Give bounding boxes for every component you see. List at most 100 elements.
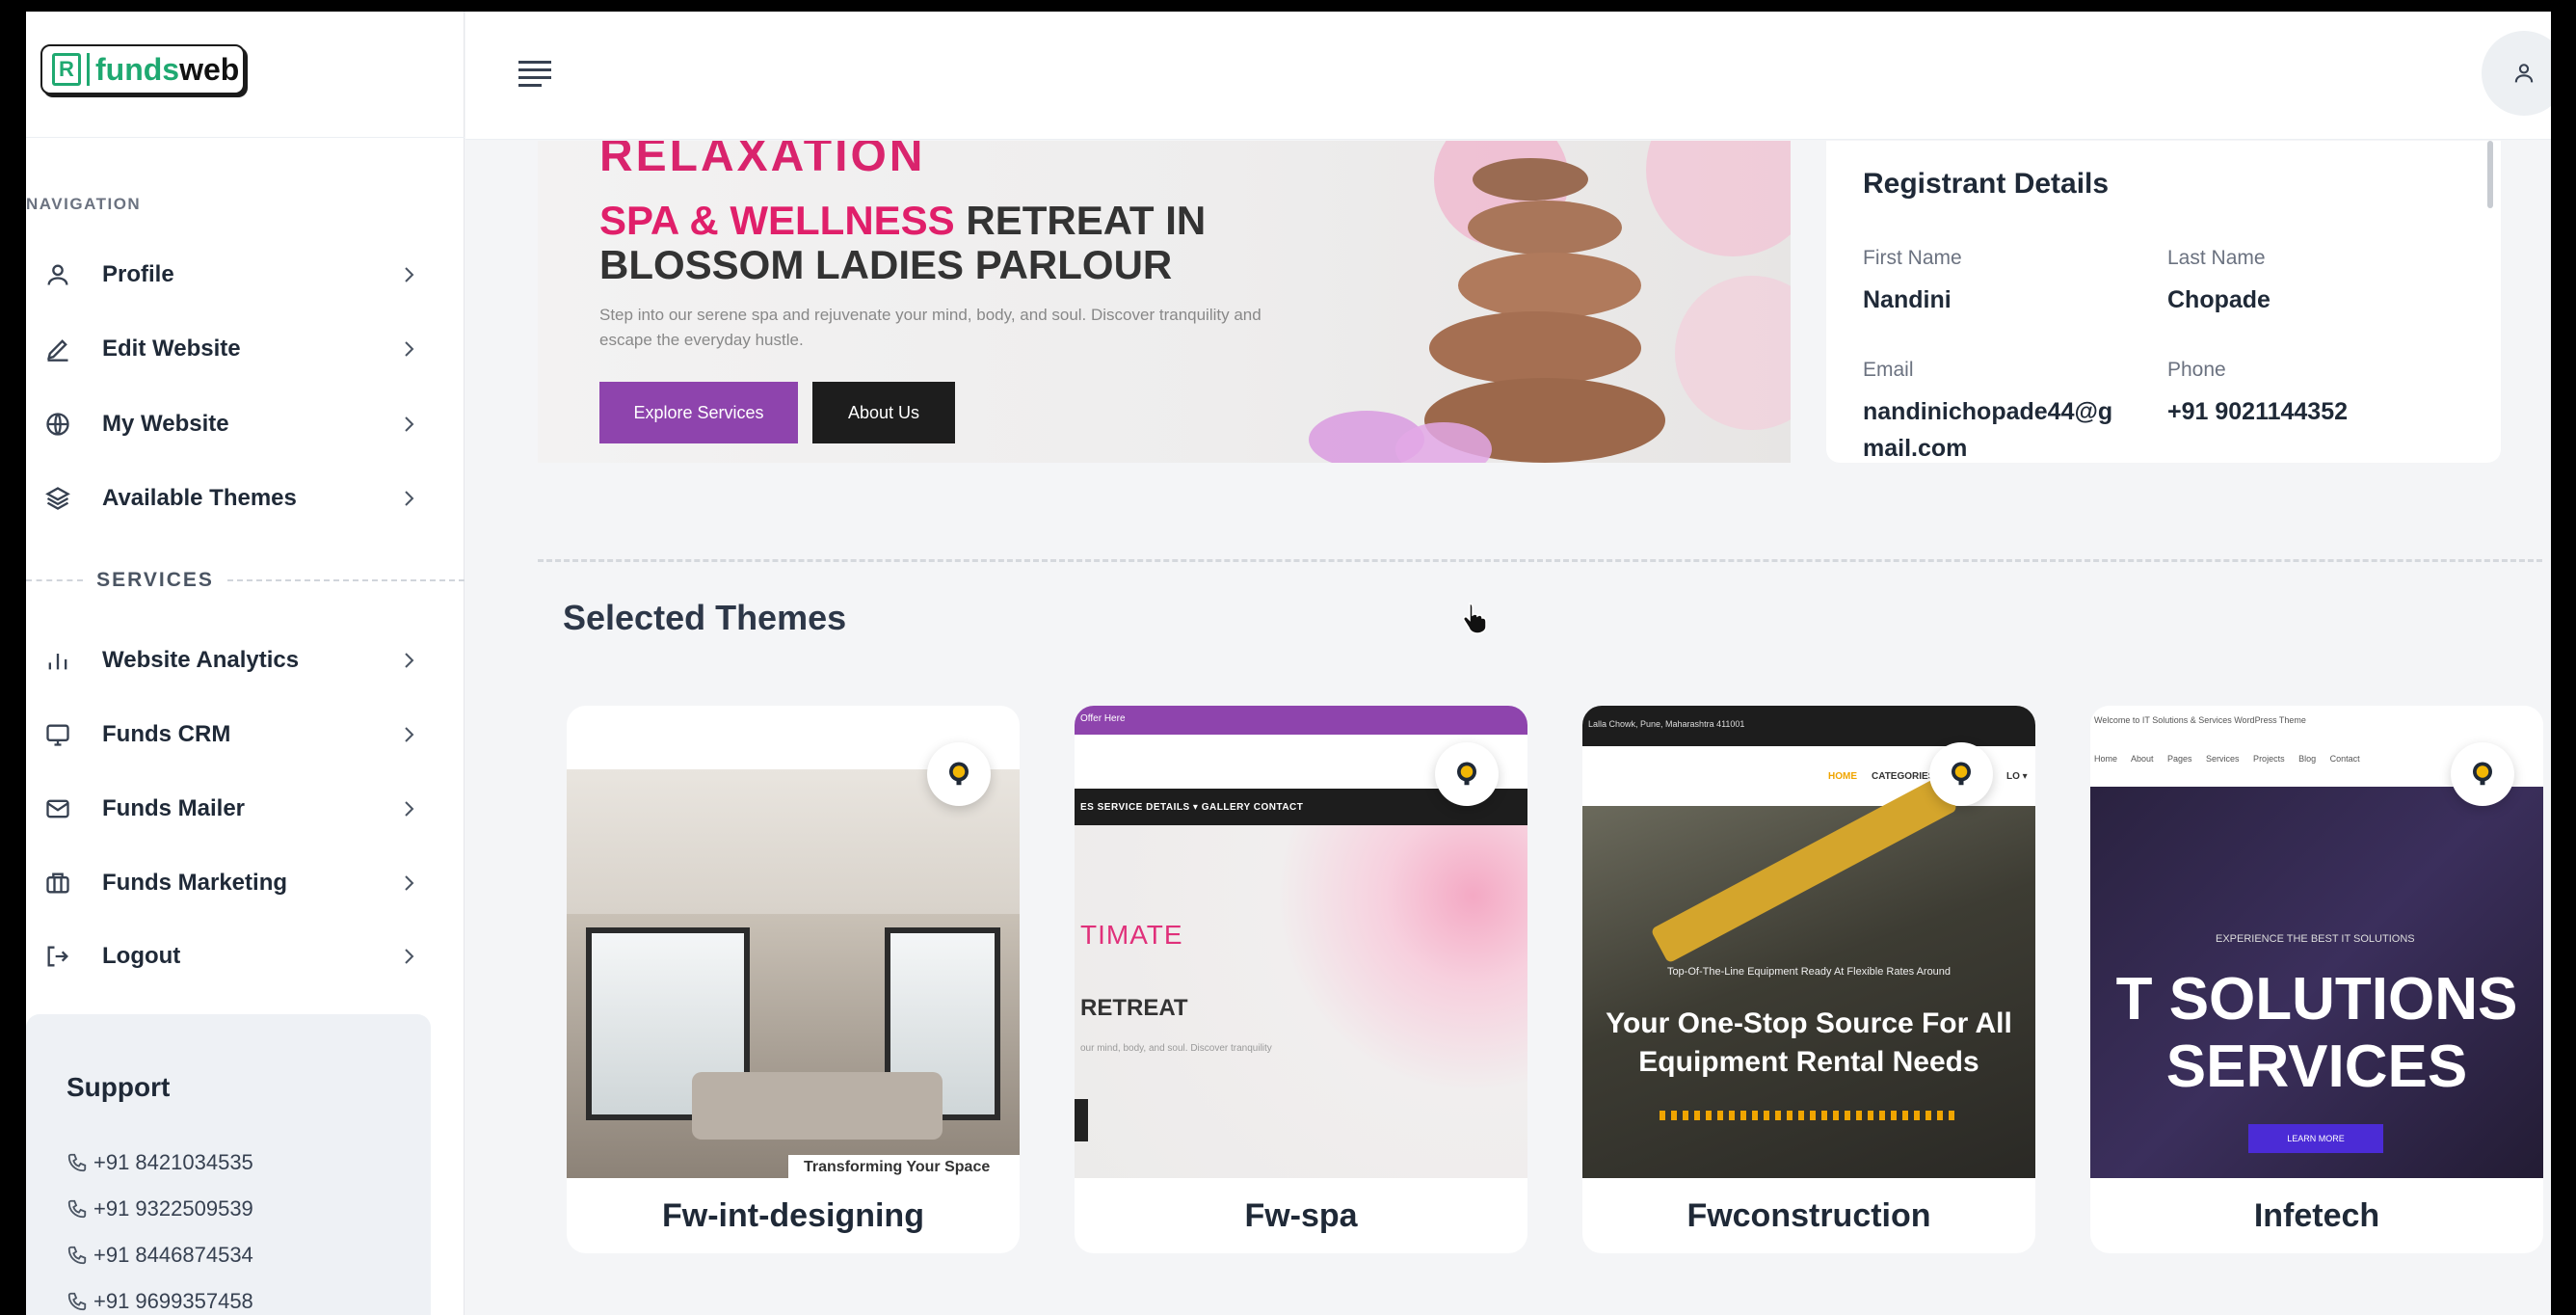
- preview-menu: Home About Pages Services Projects Blog …: [2094, 754, 2360, 764]
- mouse-cursor-icon: [1463, 603, 1487, 634]
- logo-text-web: web: [179, 51, 240, 87]
- theme-name: Infetech: [2253, 1196, 2380, 1234]
- monitor-icon: [40, 717, 75, 752]
- logo-text: fundsweb: [95, 52, 239, 88]
- hero-top-text: RELAXATION: [599, 141, 926, 181]
- hamburger-icon: [518, 61, 551, 87]
- support-box: Support +91 8421034535 +91 9322509539 +9…: [26, 1014, 431, 1315]
- trophy-icon: [2473, 762, 2492, 786]
- preview-nav-home: HOME: [1828, 771, 1857, 782]
- website-preview-hero: RELAXATION SPA & WELLNESS RETREAT IN BLO…: [538, 141, 1791, 463]
- logo-separator: [87, 53, 90, 86]
- fundsweb-logo[interactable]: R fundsweb: [40, 44, 245, 94]
- logout-icon: [40, 939, 75, 974]
- chevron-right-icon: [399, 797, 418, 820]
- preview-heading: T SOLUTIONS SERVICES: [2090, 966, 2543, 1101]
- premium-badge: [1929, 742, 1993, 806]
- support-phone-number: +91 8446874534: [93, 1243, 253, 1267]
- preview-button: [1075, 1099, 1088, 1141]
- sidebar: R fundsweb NAVIGATION Profile Edit Websi…: [26, 12, 465, 1315]
- chevron-right-icon: [399, 649, 418, 672]
- sidebar-item-funds-crm[interactable]: Funds CRM: [40, 711, 436, 759]
- preview-heading-2: RETREAT: [1080, 995, 1188, 1021]
- phone-icon: [67, 1292, 87, 1311]
- chevron-right-icon: [399, 723, 418, 746]
- support-phone[interactable]: +91 9322509539: [66, 1186, 431, 1232]
- premium-badge: [927, 742, 991, 806]
- preview-caption: Transforming Your Space: [788, 1155, 1020, 1178]
- chevron-right-icon: [399, 487, 418, 510]
- support-phone[interactable]: +91 8421034535: [66, 1140, 431, 1186]
- phone-icon: [67, 1153, 87, 1172]
- scrollbar-thumb[interactable]: [2487, 141, 2493, 208]
- topbar: [465, 12, 2551, 140]
- mail-icon: [40, 792, 75, 826]
- menu-toggle-button[interactable]: [518, 57, 553, 90]
- sidebar-item-funds-marketing[interactable]: Funds Marketing: [40, 859, 436, 907]
- theme-card-fwconstruction[interactable]: Lalla Chowk, Pune, Maharashtra 411001 HO…: [1582, 706, 2035, 1253]
- hero-title: SPA & WELLNESS RETREAT IN BLOSSOM LADIES…: [599, 199, 1274, 287]
- user-icon: [2514, 64, 2534, 83]
- preview-heading-line1: T SOLUTIONS: [2115, 966, 2518, 1033]
- last-name-label: Last Name: [2167, 247, 2266, 269]
- sidebar-item-label: Funds Marketing: [102, 870, 288, 896]
- theme-name: Fwconstruction: [1686, 1196, 1931, 1234]
- sidebar-divider: [26, 137, 465, 138]
- support-phone[interactable]: +91 9699357458: [66, 1278, 431, 1315]
- premium-badge: [2451, 742, 2514, 806]
- main-content: RELAXATION SPA & WELLNESS RETREAT IN BLO…: [465, 141, 2551, 1315]
- theme-name: Fw-int-designing: [662, 1196, 924, 1234]
- preview-stripe: [1660, 1111, 1958, 1120]
- explore-services-button[interactable]: Explore Services: [599, 382, 798, 443]
- preview-nav-categories: CATEGORIES: [1872, 771, 1935, 782]
- bar-chart-icon: [40, 643, 75, 678]
- hero-description: Step into our serene spa and rejuvenate …: [599, 306, 1261, 349]
- preview-text: our mind, body, and soul. Discover tranq…: [1080, 1043, 1272, 1054]
- theme-card-infetech[interactable]: Welcome to IT Solutions & Services WordP…: [2090, 706, 2543, 1253]
- logo-mark: R: [52, 53, 81, 86]
- preview-topbar: Offer Here: [1075, 706, 1527, 735]
- sidebar-item-available-themes[interactable]: Available Themes: [40, 474, 436, 523]
- theme-card-fw-spa[interactable]: Offer Here ES SERVICE DETAILS ▾ GALLERY …: [1075, 706, 1527, 1253]
- trophy-icon: [1457, 762, 1476, 786]
- about-us-button[interactable]: About Us: [812, 382, 955, 443]
- briefcase-icon: [40, 866, 75, 900]
- preview-heading-line2: Equipment Rental Needs: [1638, 1046, 1979, 1078]
- sidebar-item-label: Funds Mailer: [102, 795, 246, 821]
- services-heading: SERVICES: [26, 566, 465, 595]
- navigation-heading: NAVIGATION: [26, 195, 142, 213]
- sidebar-item-funds-mailer[interactable]: Funds Mailer: [40, 785, 436, 833]
- selected-themes-title: Selected Themes: [563, 598, 847, 637]
- services-divider-right: [226, 579, 465, 581]
- user-avatar-button[interactable]: [2482, 31, 2551, 116]
- email-value-line2: mail.com: [1863, 435, 1968, 462]
- services-heading-label: SERVICES: [96, 569, 214, 591]
- sidebar-item-profile[interactable]: Profile: [40, 251, 436, 299]
- hero-title-highlight: SPA & WELLNESS: [599, 198, 955, 243]
- phone-value: +91 9021144352: [2167, 398, 2349, 425]
- pencil-icon: [40, 332, 75, 366]
- preview-topbar: Lalla Chowk, Pune, Maharashtra 411001: [1582, 706, 2035, 746]
- preview-subheading: Top-Of-The-Line Equipment Ready At Flexi…: [1666, 966, 1952, 978]
- sidebar-item-label: Logout: [102, 943, 181, 969]
- sidebar-item-website-analytics[interactable]: Website Analytics: [40, 636, 436, 684]
- sidebar-item-label: Website Analytics: [102, 647, 300, 673]
- chevron-right-icon: [399, 337, 418, 361]
- sidebar-item-label: Profile: [102, 261, 174, 287]
- chevron-right-icon: [399, 413, 418, 436]
- support-phone-number: +91 8421034535: [93, 1150, 253, 1174]
- preview-subheading: EXPERIENCE THE BEST IT SOLUTIONS: [2216, 933, 2415, 945]
- chevron-right-icon: [399, 263, 418, 286]
- sidebar-item-edit-website[interactable]: Edit Website: [40, 325, 436, 373]
- preview-heading-line1: Your One-Stop Source For All: [1606, 1007, 2012, 1039]
- preview-heading-line2: SERVICES: [2165, 1033, 2468, 1100]
- layers-icon: [40, 481, 75, 516]
- preview-nav-more: LO ▾: [2006, 771, 2028, 782]
- sidebar-item-label: Available Themes: [102, 485, 297, 511]
- sidebar-item-logout[interactable]: Logout: [40, 932, 436, 980]
- theme-card-fw-int-designing[interactable]: Transforming Your Space Fw-int-designing: [567, 706, 1020, 1253]
- email-value-line1: nandinichopade44@g: [1863, 398, 2113, 425]
- support-phone[interactable]: +91 8446874534: [66, 1232, 431, 1278]
- sidebar-item-my-website[interactable]: My Website: [40, 400, 436, 448]
- support-title: Support: [66, 1072, 171, 1102]
